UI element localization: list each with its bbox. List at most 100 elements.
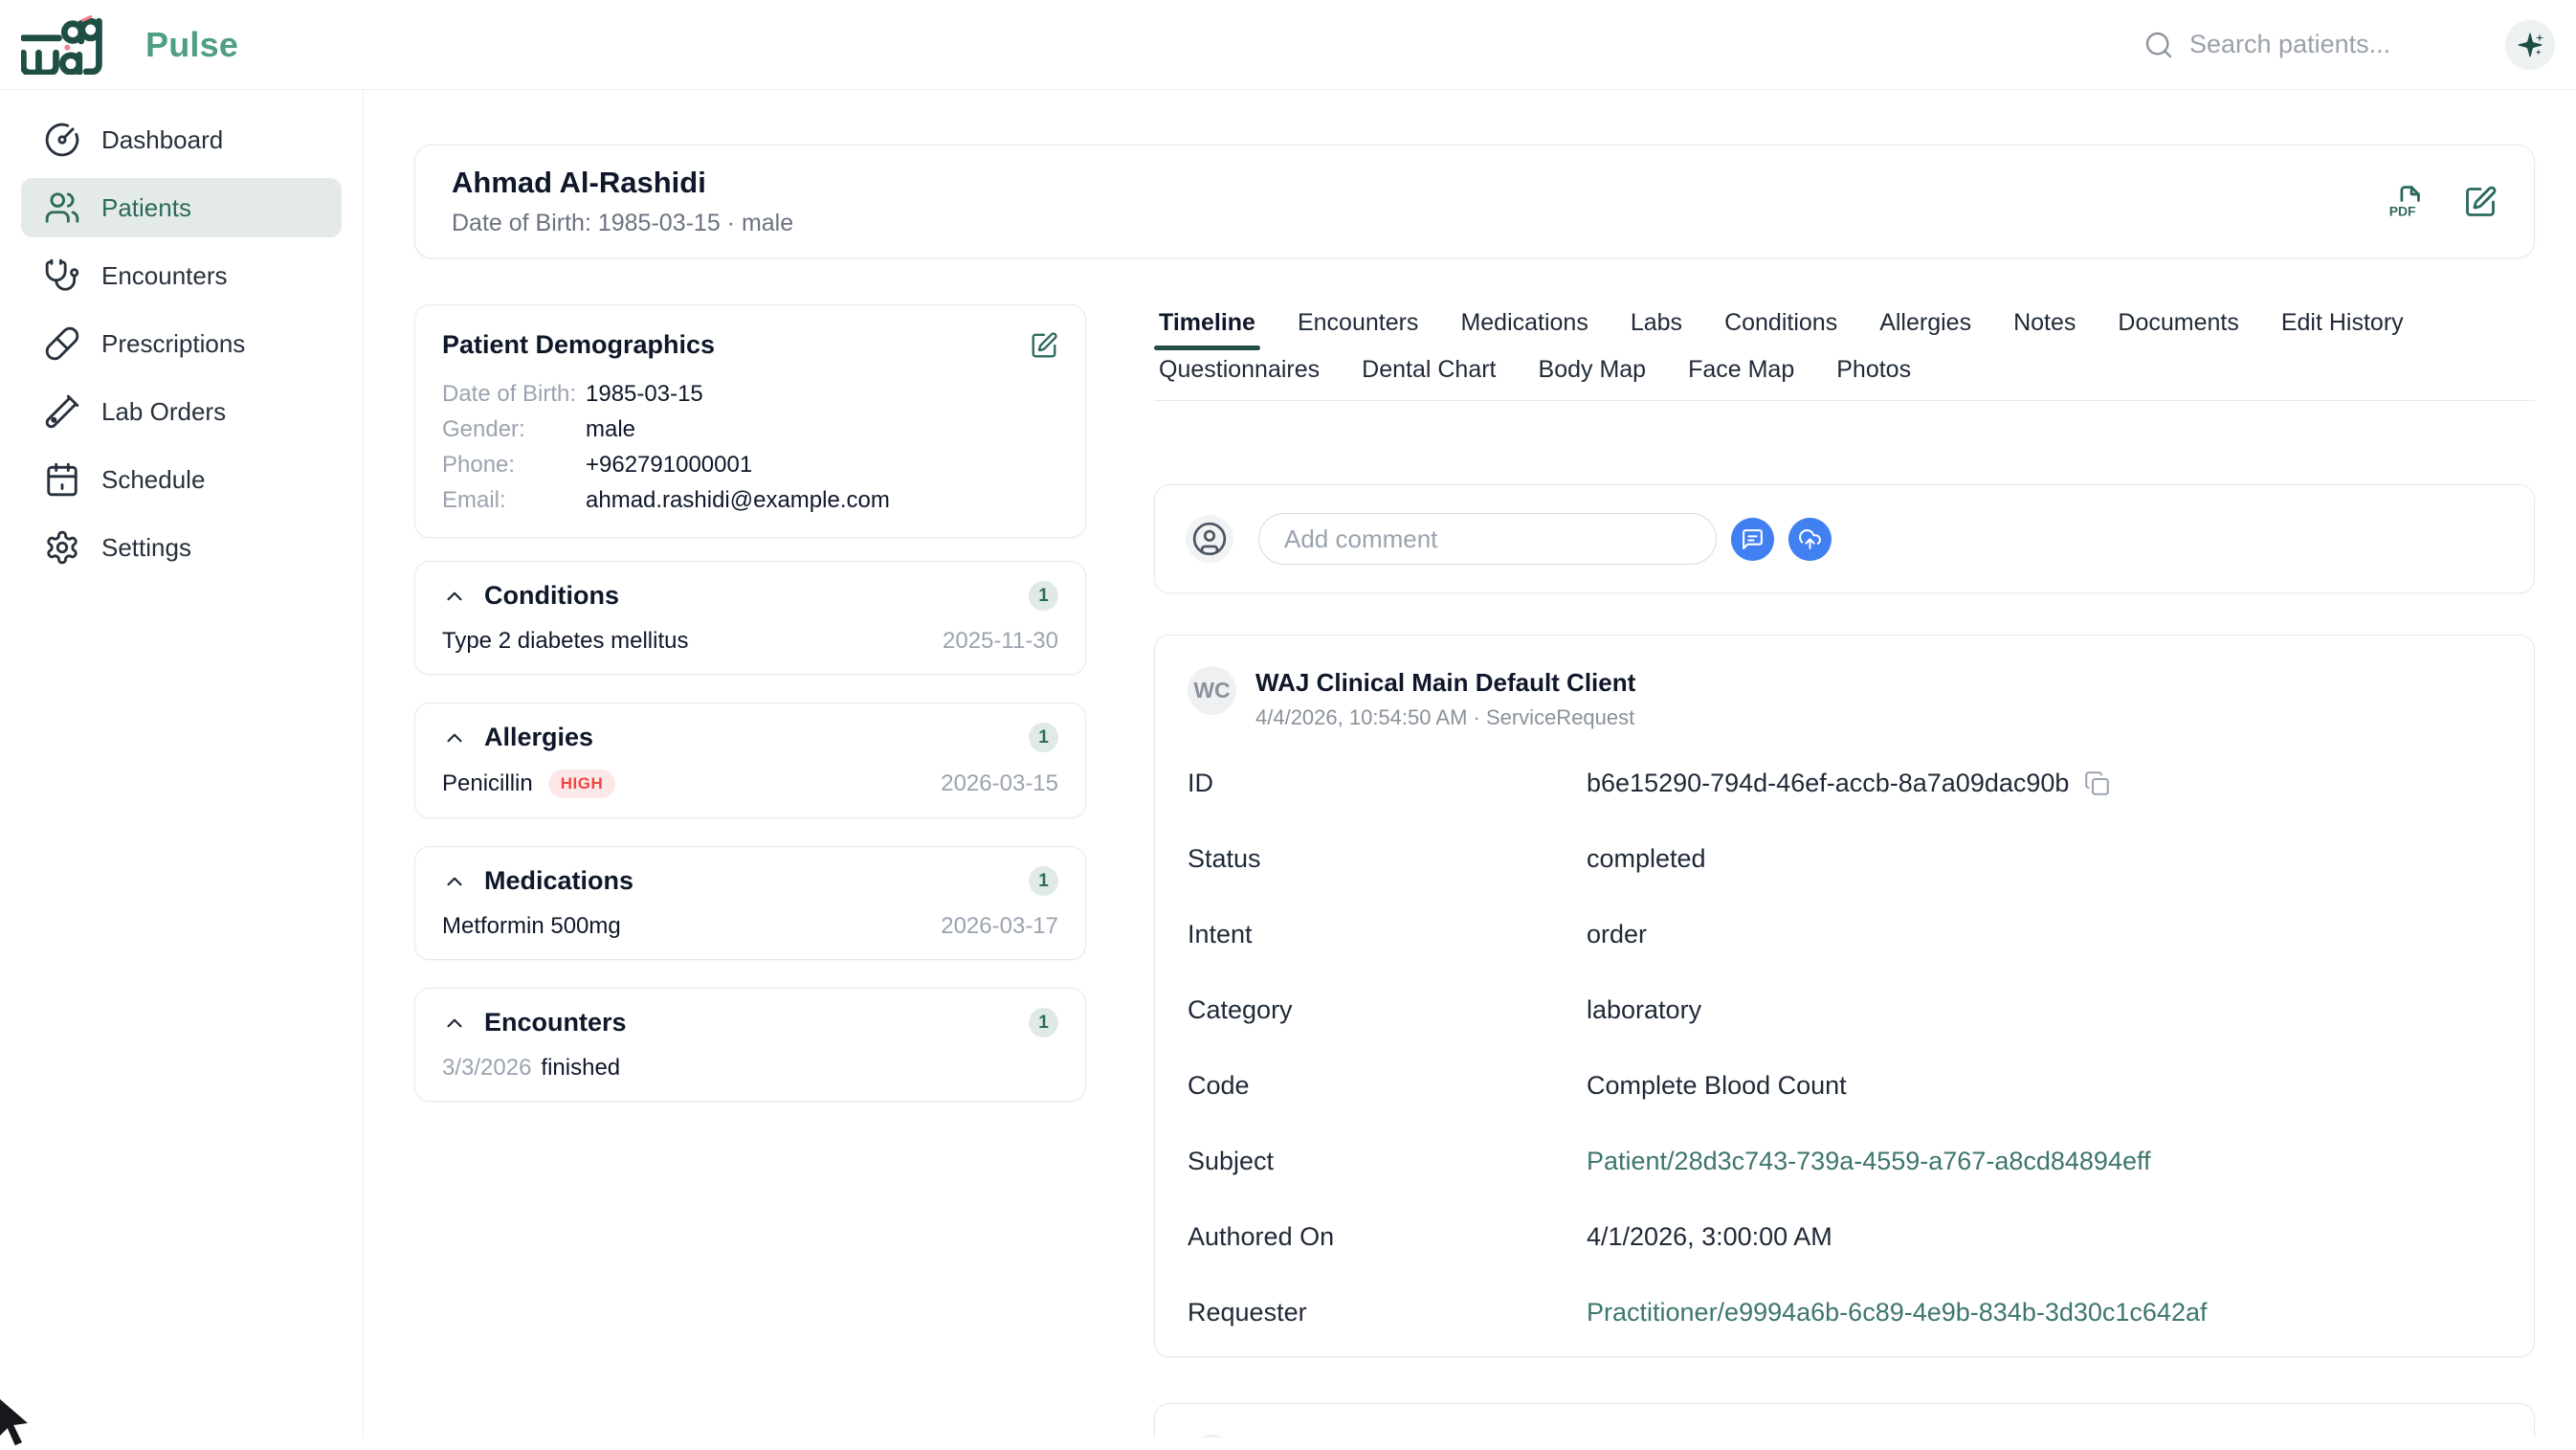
condition-date: 2025-11-30 xyxy=(943,628,1058,655)
tab-allergies[interactable]: Allergies xyxy=(1875,309,1976,350)
encounter-date: 3/3/2026 xyxy=(442,1055,531,1082)
demographic-row: Phone: +962791000001 xyxy=(442,452,1058,479)
field-label: ID xyxy=(1188,769,1587,798)
field-row-authored-on: Authored On 4/1/2026, 3:00:00 AM xyxy=(1188,1222,2501,1252)
pdf-icon-label: PDF xyxy=(2389,203,2416,218)
patient-detail-column: Timeline Encounters Medications Labs Con… xyxy=(1154,309,2535,1438)
chevron-up-icon[interactable] xyxy=(442,1011,467,1036)
sidebar-item-label: Dashboard xyxy=(101,125,223,155)
upload-attachment-button[interactable] xyxy=(1788,518,1832,561)
user-avatar-icon xyxy=(1186,515,1233,563)
tab-body-map[interactable]: Body Map xyxy=(1534,356,1652,400)
field-row-code: Code Complete Blood Count xyxy=(1188,1071,2501,1101)
app-name: Pulse xyxy=(145,25,238,65)
tab-conditions[interactable]: Conditions xyxy=(1720,309,1842,350)
tab-notes[interactable]: Notes xyxy=(2009,309,2080,350)
waj-logo-icon xyxy=(21,15,121,75)
sidebar-item-patients[interactable]: Patients xyxy=(21,178,342,237)
add-comment-card xyxy=(1154,484,2535,593)
patient-subtitle: Date of Birth: 1985-03-15 · male xyxy=(452,210,793,237)
stethoscope-icon xyxy=(44,257,80,294)
calendar-icon xyxy=(44,461,80,498)
ai-assistant-button[interactable] xyxy=(2505,20,2555,70)
encounters-title: Encounters xyxy=(484,1008,627,1037)
allergies-title: Allergies xyxy=(484,723,593,752)
test-tube-icon xyxy=(44,393,80,430)
field-label: Code xyxy=(1188,1071,1587,1101)
demographic-row: Email: ahmad.rashidi@example.com xyxy=(442,487,1058,514)
medication-item: Metformin 500mg 2026-03-17 xyxy=(442,913,1058,940)
timeline-entry-service-request: WC WAJ Clinical Main Default Client 4/4/… xyxy=(1154,635,2535,1357)
field-value: laboratory xyxy=(1587,995,1701,1025)
field-label: Date of Birth: xyxy=(442,381,586,408)
tab-face-map[interactable]: Face Map xyxy=(1683,356,1799,400)
demographics-title: Patient Demographics xyxy=(442,330,715,360)
message-icon xyxy=(1741,527,1765,551)
patient-summary-column: Patient Demographics Date of Birth: 1985… xyxy=(414,304,1086,1129)
field-label: Authored On xyxy=(1188,1222,1587,1252)
sidebar-item-lab-orders[interactable]: Lab Orders xyxy=(21,382,342,441)
search-icon xyxy=(2143,30,2174,60)
add-comment-input[interactable] xyxy=(1258,513,1717,565)
tab-bar: Timeline Encounters Medications Labs Con… xyxy=(1154,309,2535,401)
field-value: male xyxy=(586,416,635,443)
tab-dental-chart[interactable]: Dental Chart xyxy=(1357,356,1500,400)
gear-icon xyxy=(44,529,80,566)
send-comment-button[interactable] xyxy=(1731,518,1774,561)
main-content: Ahmad Al-Rashidi Date of Birth: 1985-03-… xyxy=(364,90,2576,1438)
export-pdf-button[interactable]: PDF xyxy=(2388,184,2425,220)
medications-title: Medications xyxy=(484,866,633,896)
requester-reference-link[interactable]: Practitioner/e9994a6b-6c89-4e9b-834b-3d3… xyxy=(1587,1298,2207,1327)
patient-header-card: Ahmad Al-Rashidi Date of Birth: 1985-03-… xyxy=(414,145,2535,258)
topbar: Pulse xyxy=(0,0,2576,90)
medications-count-badge: 1 xyxy=(1029,866,1058,896)
pill-icon xyxy=(44,325,80,362)
search-box[interactable] xyxy=(2143,30,2476,60)
demographic-row: Date of Birth: 1985-03-15 xyxy=(442,381,1058,408)
field-label: Requester xyxy=(1188,1298,1587,1327)
field-value: +962791000001 xyxy=(586,452,752,479)
field-label: Status xyxy=(1188,844,1587,874)
tab-timeline[interactable]: Timeline xyxy=(1154,309,1260,350)
condition-item: Type 2 diabetes mellitus 2025-11-30 xyxy=(442,628,1058,655)
app-logo: Pulse xyxy=(21,15,238,75)
tab-encounters[interactable]: Encounters xyxy=(1293,309,1423,350)
chevron-up-icon[interactable] xyxy=(442,584,467,609)
field-label: Phone: xyxy=(442,452,586,479)
sidebar-item-schedule[interactable]: Schedule xyxy=(21,450,342,509)
medication-date: 2026-03-17 xyxy=(941,913,1058,940)
tab-medications[interactable]: Medications xyxy=(1455,309,1592,350)
field-row-intent: Intent order xyxy=(1188,920,2501,949)
demographic-row: Gender: male xyxy=(442,416,1058,443)
entry-meta: 4/4/2026, 10:54:50 AM · ServiceRequest xyxy=(1255,705,1635,730)
field-value: Complete Blood Count xyxy=(1587,1071,1847,1101)
search-input[interactable] xyxy=(2189,30,2476,59)
conditions-count-badge: 1 xyxy=(1029,581,1058,611)
sidebar-item-settings[interactable]: Settings xyxy=(21,518,342,577)
sidebar-item-prescriptions[interactable]: Prescriptions xyxy=(21,314,342,373)
cloud-upload-icon xyxy=(1798,527,1822,551)
patient-name: Ahmad Al-Rashidi xyxy=(452,166,793,200)
field-row-category: Category laboratory xyxy=(1188,995,2501,1025)
condition-name: Type 2 diabetes mellitus xyxy=(442,628,688,655)
conditions-title: Conditions xyxy=(484,581,619,611)
sidebar-item-label: Prescriptions xyxy=(101,329,245,359)
tab-edit-history[interactable]: Edit History xyxy=(2276,309,2409,350)
tab-questionnaires[interactable]: Questionnaires xyxy=(1154,356,1324,400)
encounters-count-badge: 1 xyxy=(1029,1008,1058,1037)
sidebar-item-encounters[interactable]: Encounters xyxy=(21,246,342,305)
tab-documents[interactable]: Documents xyxy=(2113,309,2243,350)
copy-icon[interactable] xyxy=(2084,770,2110,796)
sparkles-icon xyxy=(2516,31,2544,59)
field-value: 4/1/2026, 3:00:00 AM xyxy=(1587,1222,1832,1252)
sidebar-item-dashboard[interactable]: Dashboard xyxy=(21,110,342,169)
encounter-status: finished xyxy=(541,1055,620,1082)
edit-patient-button[interactable] xyxy=(2463,185,2498,219)
tab-photos[interactable]: Photos xyxy=(1832,356,1916,400)
edit-demographics-button[interactable] xyxy=(1030,331,1058,360)
chevron-up-icon[interactable] xyxy=(442,869,467,894)
field-label: Email: xyxy=(442,487,586,514)
subject-reference-link[interactable]: Patient/28d3c743-739a-4559-a767-a8cd8489… xyxy=(1587,1147,2151,1176)
chevron-up-icon[interactable] xyxy=(442,725,467,750)
tab-labs[interactable]: Labs xyxy=(1626,309,1687,350)
